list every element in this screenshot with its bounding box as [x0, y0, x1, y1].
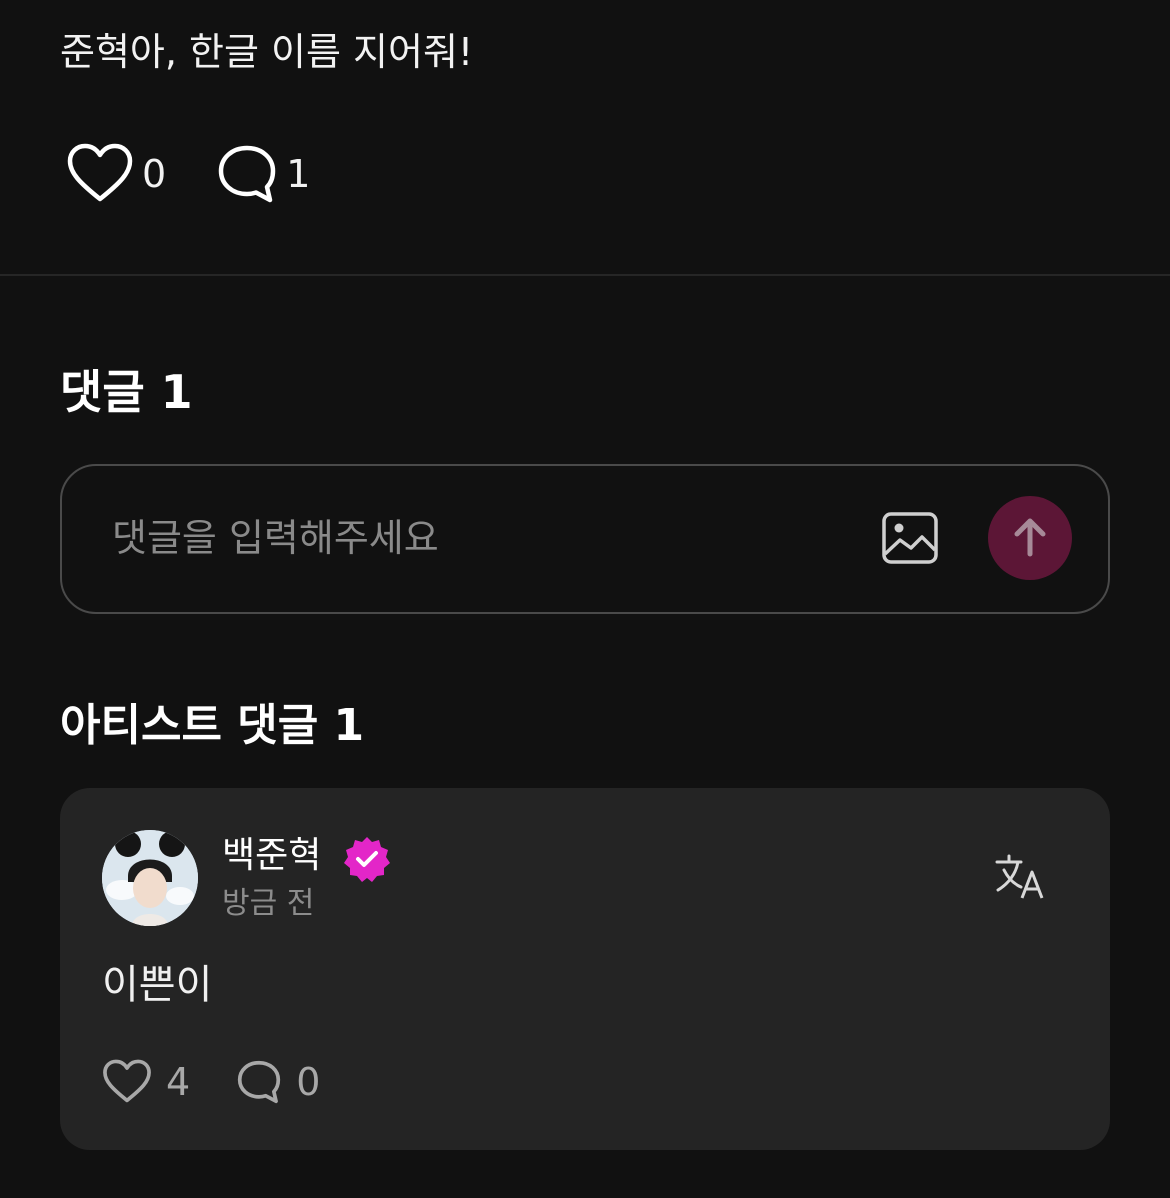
heart-icon [67, 143, 133, 202]
post-like-count: 0 [142, 152, 167, 196]
image-icon [882, 512, 938, 564]
post-comment-count: 1 [286, 152, 311, 196]
post-actions: 0 1 [66, 140, 310, 208]
verified-badge-icon [344, 837, 390, 882]
post-text: 준혁아, 한글 이름 지어줘! [60, 30, 474, 74]
comment-input[interactable] [112, 502, 872, 574]
translate-icon [995, 854, 1044, 899]
artist-comment-card: 백준혁 방금 전 이쁜이 4 0 [60, 788, 1110, 1150]
post-detail-page: 준혁아, 한글 이름 지어줘! 0 1 댓글 1 댓글을 입력해주세요 아티스트… [0, 0, 1170, 1198]
arrow-up-icon [1014, 518, 1046, 557]
artist-comment-text: 이쁜이 [102, 962, 213, 1008]
section-divider [0, 274, 1170, 276]
artist-comments-title: 아티스트 댓글 1 [60, 700, 365, 751]
heart-icon [103, 1059, 151, 1103]
send-comment-button[interactable] [988, 496, 1072, 580]
comment-bubble-icon [218, 145, 276, 203]
artist-comment-reply-count: 0 [296, 1060, 321, 1104]
comment-bubble-icon [238, 1060, 281, 1104]
artist-name[interactable]: 백준혁 [222, 834, 321, 878]
comment-input-box [60, 464, 1110, 614]
translate-button[interactable] [994, 852, 1048, 902]
avatar-image [102, 830, 198, 926]
avatar[interactable] [102, 830, 198, 926]
comment-timestamp: 방금 전 [222, 886, 315, 921]
artist-comment-like-button[interactable]: 4 [102, 1059, 190, 1105]
artist-comment-actions: 4 0 [102, 1056, 320, 1108]
comments-title: 댓글 1 [60, 365, 193, 419]
artist-comment-reply-button[interactable]: 0 [236, 1059, 320, 1105]
post-like-button[interactable]: 0 [66, 143, 166, 205]
post-comment-button[interactable]: 1 [216, 143, 310, 205]
artist-comment-like-count: 4 [166, 1060, 191, 1104]
attach-image-button[interactable] [880, 510, 940, 566]
